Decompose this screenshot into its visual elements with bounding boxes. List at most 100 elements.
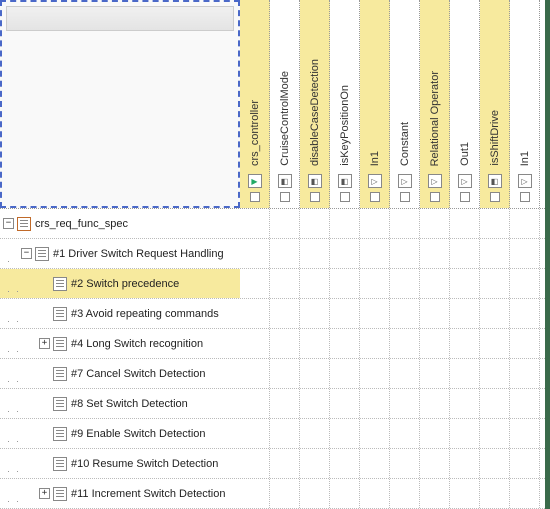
column-header-Out1[interactable]: Out1 xyxy=(450,0,480,208)
matrix-cell[interactable] xyxy=(510,389,540,418)
matrix-cell[interactable] xyxy=(270,329,300,358)
matrix-cell[interactable] xyxy=(330,419,360,448)
matrix-cell[interactable] xyxy=(510,479,540,508)
column-header-crs_controller[interactable]: crs_controller xyxy=(240,0,270,208)
matrix-cell[interactable] xyxy=(480,449,510,478)
column-header-isKeyPositionOn[interactable]: isKeyPositionOn xyxy=(330,0,360,208)
matrix-cell[interactable] xyxy=(390,269,420,298)
matrix-cell[interactable] xyxy=(420,269,450,298)
matrix-cell[interactable] xyxy=(480,299,510,328)
matrix-cell[interactable] xyxy=(300,299,330,328)
matrix-cell[interactable] xyxy=(390,359,420,388)
matrix-cell[interactable] xyxy=(390,209,420,238)
matrix-cell[interactable] xyxy=(240,329,270,358)
matrix-cell[interactable] xyxy=(270,269,300,298)
matrix-cell[interactable] xyxy=(420,329,450,358)
matrix-cell[interactable] xyxy=(390,299,420,328)
matrix-cell[interactable] xyxy=(450,449,480,478)
matrix-cell[interactable] xyxy=(420,359,450,388)
row-label-r9[interactable]: #9 Enable Switch Detection xyxy=(0,419,240,448)
matrix-cell[interactable] xyxy=(390,449,420,478)
matrix-cell[interactable] xyxy=(300,389,330,418)
matrix-cell[interactable] xyxy=(480,359,510,388)
matrix-cell[interactable] xyxy=(450,419,480,448)
row-label-r11[interactable]: +#11 Increment Switch Detection xyxy=(0,479,240,508)
matrix-cell[interactable] xyxy=(240,359,270,388)
matrix-cell[interactable] xyxy=(270,479,300,508)
expand-icon[interactable]: + xyxy=(39,488,50,499)
matrix-cell[interactable] xyxy=(330,449,360,478)
matrix-cell[interactable] xyxy=(330,329,360,358)
matrix-cell[interactable] xyxy=(300,269,330,298)
matrix-cell[interactable] xyxy=(510,209,540,238)
matrix-cell[interactable] xyxy=(450,479,480,508)
matrix-cell[interactable] xyxy=(480,419,510,448)
matrix-cell[interactable] xyxy=(390,479,420,508)
matrix-cell[interactable] xyxy=(270,299,300,328)
matrix-cell[interactable] xyxy=(510,419,540,448)
matrix-cell[interactable] xyxy=(480,239,510,268)
expand-icon[interactable]: + xyxy=(39,338,50,349)
matrix-cell[interactable] xyxy=(330,239,360,268)
matrix-cell[interactable] xyxy=(480,479,510,508)
column-header-RelationalOperator[interactable]: Relational Operator xyxy=(420,0,450,208)
matrix-cell[interactable] xyxy=(390,329,420,358)
matrix-cell[interactable] xyxy=(420,239,450,268)
row-label-r3[interactable]: #3 Avoid repeating commands xyxy=(0,299,240,328)
matrix-cell[interactable] xyxy=(240,389,270,418)
matrix-cell[interactable] xyxy=(330,479,360,508)
matrix-cell[interactable] xyxy=(240,479,270,508)
matrix-cell[interactable] xyxy=(300,419,330,448)
matrix-cell[interactable] xyxy=(240,209,270,238)
matrix-cell[interactable] xyxy=(420,419,450,448)
matrix-cell[interactable] xyxy=(360,209,390,238)
collapse-icon[interactable]: − xyxy=(21,248,32,259)
matrix-cell[interactable] xyxy=(390,239,420,268)
collapse-icon[interactable]: − xyxy=(3,218,14,229)
column-header-CruiseControlMode[interactable]: CruiseControlMode xyxy=(270,0,300,208)
matrix-cell[interactable] xyxy=(420,449,450,478)
matrix-cell[interactable] xyxy=(480,389,510,418)
row-label-r4[interactable]: +#4 Long Switch recognition xyxy=(0,329,240,358)
matrix-cell[interactable] xyxy=(510,329,540,358)
matrix-cell[interactable] xyxy=(420,209,450,238)
matrix-cell[interactable] xyxy=(480,209,510,238)
matrix-cell[interactable] xyxy=(360,419,390,448)
row-label-r7[interactable]: #7 Cancel Switch Detection xyxy=(0,359,240,388)
matrix-cell[interactable] xyxy=(270,389,300,418)
column-header-In1_b[interactable]: In1 xyxy=(510,0,540,208)
matrix-cell[interactable] xyxy=(510,239,540,268)
matrix-cell[interactable] xyxy=(240,239,270,268)
matrix-cell[interactable] xyxy=(300,239,330,268)
row-label-r2[interactable]: #2 Switch precedence xyxy=(0,269,240,298)
matrix-cell[interactable] xyxy=(360,239,390,268)
matrix-cell[interactable] xyxy=(300,449,330,478)
matrix-cell[interactable] xyxy=(420,479,450,508)
matrix-cell[interactable] xyxy=(450,239,480,268)
matrix-cell[interactable] xyxy=(450,389,480,418)
matrix-cell[interactable] xyxy=(270,449,300,478)
matrix-cell[interactable] xyxy=(450,359,480,388)
matrix-cell[interactable] xyxy=(270,359,300,388)
matrix-cell[interactable] xyxy=(390,389,420,418)
matrix-cell[interactable] xyxy=(300,209,330,238)
matrix-cell[interactable] xyxy=(300,359,330,388)
matrix-cell[interactable] xyxy=(450,299,480,328)
matrix-cell[interactable] xyxy=(450,329,480,358)
matrix-cell[interactable] xyxy=(510,299,540,328)
matrix-cell[interactable] xyxy=(360,329,390,358)
matrix-cell[interactable] xyxy=(330,389,360,418)
matrix-cell[interactable] xyxy=(510,269,540,298)
row-label-r10[interactable]: #10 Resume Switch Detection xyxy=(0,449,240,478)
matrix-cell[interactable] xyxy=(300,329,330,358)
corner-cell[interactable] xyxy=(0,0,240,208)
matrix-cell[interactable] xyxy=(360,449,390,478)
row-label-r1[interactable]: −#1 Driver Switch Request Handling xyxy=(0,239,240,268)
matrix-cell[interactable] xyxy=(480,329,510,358)
matrix-cell[interactable] xyxy=(420,389,450,418)
matrix-cell[interactable] xyxy=(360,269,390,298)
row-label-r8[interactable]: #8 Set Switch Detection xyxy=(0,389,240,418)
matrix-cell[interactable] xyxy=(330,209,360,238)
matrix-cell[interactable] xyxy=(240,269,270,298)
matrix-cell[interactable] xyxy=(330,299,360,328)
